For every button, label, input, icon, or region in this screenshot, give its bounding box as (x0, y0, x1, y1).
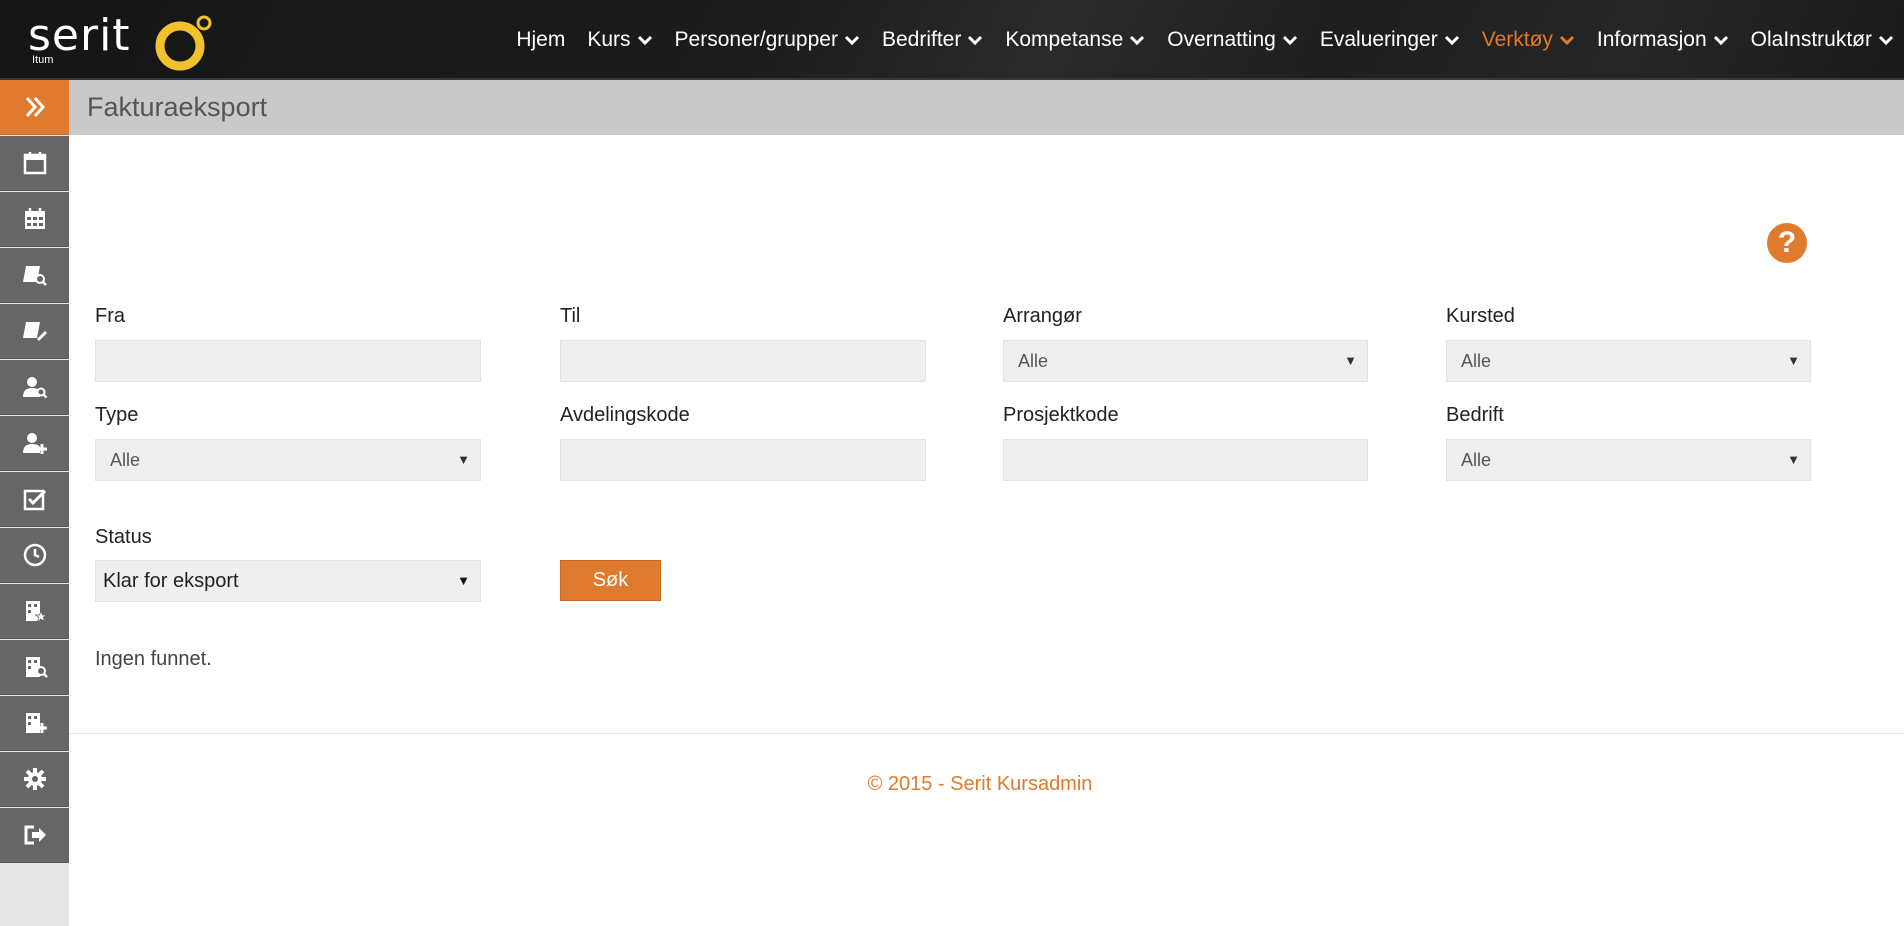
logo-subtext: Itum (32, 54, 54, 66)
nav-bedrifter[interactable]: Bedrifter (882, 28, 983, 52)
chevron-down-icon (1713, 35, 1728, 46)
gear-icon (23, 768, 46, 790)
nav-label: Overnatting (1167, 28, 1276, 51)
main-nav: Hjem Kurs Personer/grupper Bedrifter Kom… (494, 0, 1894, 80)
expand-icon (25, 97, 45, 117)
arrangor-select-value: Alle (1018, 351, 1049, 371)
sidebar-item-company-favorite[interactable] (0, 584, 69, 639)
logo-ring-icon (155, 15, 212, 71)
nav-label: Informasjon (1596, 28, 1707, 51)
nav-kurs[interactable]: Kurs (587, 28, 652, 52)
company-star-icon (25, 601, 48, 623)
chevron-down-icon (1130, 35, 1145, 46)
sidebar-item-settings[interactable] (0, 752, 69, 807)
sidebar-item-calendar-grid[interactable] (0, 192, 69, 247)
nav-label: Kompetanse (1005, 28, 1124, 51)
prosjektkode-input[interactable] (1003, 439, 1368, 481)
bedrift-select-value: Alle (1461, 450, 1492, 470)
footer-copyright: © 2015 - Serit Kursadmin (867, 773, 1093, 795)
footer-divider (69, 733, 1904, 734)
arrangor-select[interactable]: Alle ▼ (1003, 340, 1368, 382)
company-add-icon (25, 713, 47, 733)
nav-label: Kurs (587, 28, 631, 51)
page-header: Fakturaeksport (69, 80, 1904, 135)
page-title: Fakturaeksport (87, 92, 268, 122)
nav-label: Hjem (516, 28, 566, 51)
sidebar-item-person-add[interactable] (0, 416, 69, 471)
sidebar-item-course-edit[interactable] (0, 304, 69, 359)
til-label: Til (560, 305, 581, 327)
bedrift-select[interactable]: Alle ▼ (1446, 439, 1811, 481)
prosjektkode-label: Prosjektkode (1003, 404, 1119, 426)
chevron-down-icon (637, 35, 652, 46)
nav-label: Bedrifter (881, 28, 962, 51)
sidebar-item-course-search[interactable] (0, 248, 69, 303)
clock-icon (23, 543, 46, 567)
avdelingskode-input[interactable] (560, 439, 926, 481)
sidebar-expand-button[interactable] (0, 80, 69, 135)
sidebar-item-company-add[interactable] (0, 696, 69, 751)
empty-result-message: Ingen funnet. (95, 648, 212, 670)
chevron-down-icon (1878, 35, 1894, 46)
nav-verktoy[interactable]: Verktøy (1482, 28, 1575, 52)
nav-user-menu[interactable]: OlaInstruktør (1751, 28, 1894, 52)
sidebar-item-company-search[interactable] (0, 640, 69, 695)
search-button[interactable]: Søk (560, 560, 661, 601)
sidebar-item-calendar[interactable] (0, 136, 69, 191)
kursted-select[interactable]: Alle ▼ (1446, 340, 1811, 382)
sidebar-item-logout[interactable] (0, 808, 69, 863)
chevron-down-icon (1444, 35, 1459, 46)
status-select[interactable]: Klar for eksport ▼ (95, 560, 481, 602)
nav-label: OlaInstruktør (1750, 28, 1872, 51)
til-date-field[interactable] (560, 340, 926, 382)
arrangor-label: Arrangør (1003, 305, 1082, 327)
person-add-icon (22, 433, 47, 454)
nav-kompetanse[interactable]: Kompetanse (1005, 28, 1145, 52)
course-edit-icon (22, 322, 47, 342)
nav-evalueringer[interactable]: Evalueringer (1320, 28, 1460, 52)
calendar-icon (23, 152, 46, 175)
dropdown-arrow-icon: ▼ (1344, 353, 1357, 368)
chevron-down-icon (968, 35, 983, 46)
nav-label: Evalueringer (1319, 28, 1438, 51)
top-navbar: serit Itum Hjem Kurs Personer/grupper Be… (0, 0, 1904, 80)
chevron-down-icon (1559, 35, 1574, 46)
dropdown-arrow-icon: ▼ (1787, 452, 1800, 467)
logout-icon (24, 825, 46, 845)
nav-label: Verktøy (1481, 28, 1553, 51)
kursted-select-value: Alle (1461, 351, 1492, 371)
course-search-icon (22, 266, 47, 286)
avdelingskode-label: Avdelingskode (560, 404, 690, 426)
nav-informasjon[interactable]: Informasjon (1597, 28, 1729, 52)
status-select-value: Klar for eksport (103, 570, 239, 592)
person-search-icon (22, 377, 47, 399)
dropdown-arrow-icon: ▼ (457, 452, 470, 467)
dropdown-arrow-icon: ▼ (457, 573, 470, 588)
fra-label: Fra (95, 305, 125, 327)
fra-date-field[interactable] (95, 340, 481, 382)
nav-label: Personer/grupper (674, 28, 838, 51)
type-select[interactable]: Alle ▼ (95, 439, 481, 481)
help-icon[interactable]: ? (1767, 223, 1807, 263)
type-select-value: Alle (110, 450, 141, 470)
kursted-label: Kursted (1446, 305, 1515, 327)
checkbox-icon (23, 489, 46, 511)
bedrift-label: Bedrift (1446, 404, 1504, 426)
nav-overnatting[interactable]: Overnatting (1167, 28, 1298, 52)
chevron-down-icon (844, 35, 860, 46)
sidebar-item-history[interactable] (0, 528, 69, 583)
sidebar-item-person-search[interactable] (0, 360, 69, 415)
dropdown-arrow-icon: ▼ (1787, 353, 1800, 368)
type-label: Type (95, 404, 139, 426)
sidebar-item-checklist[interactable] (0, 472, 69, 527)
nav-hjem[interactable]: Hjem (516, 28, 565, 52)
status-label: Status (95, 526, 152, 548)
serit-logo[interactable]: serit Itum (28, 10, 238, 72)
sidebar (0, 80, 69, 926)
chevron-down-icon (1282, 35, 1297, 46)
nav-personer-grupper[interactable]: Personer/grupper (675, 28, 860, 52)
company-search-icon (25, 657, 48, 678)
calendar-grid-icon (24, 208, 45, 229)
